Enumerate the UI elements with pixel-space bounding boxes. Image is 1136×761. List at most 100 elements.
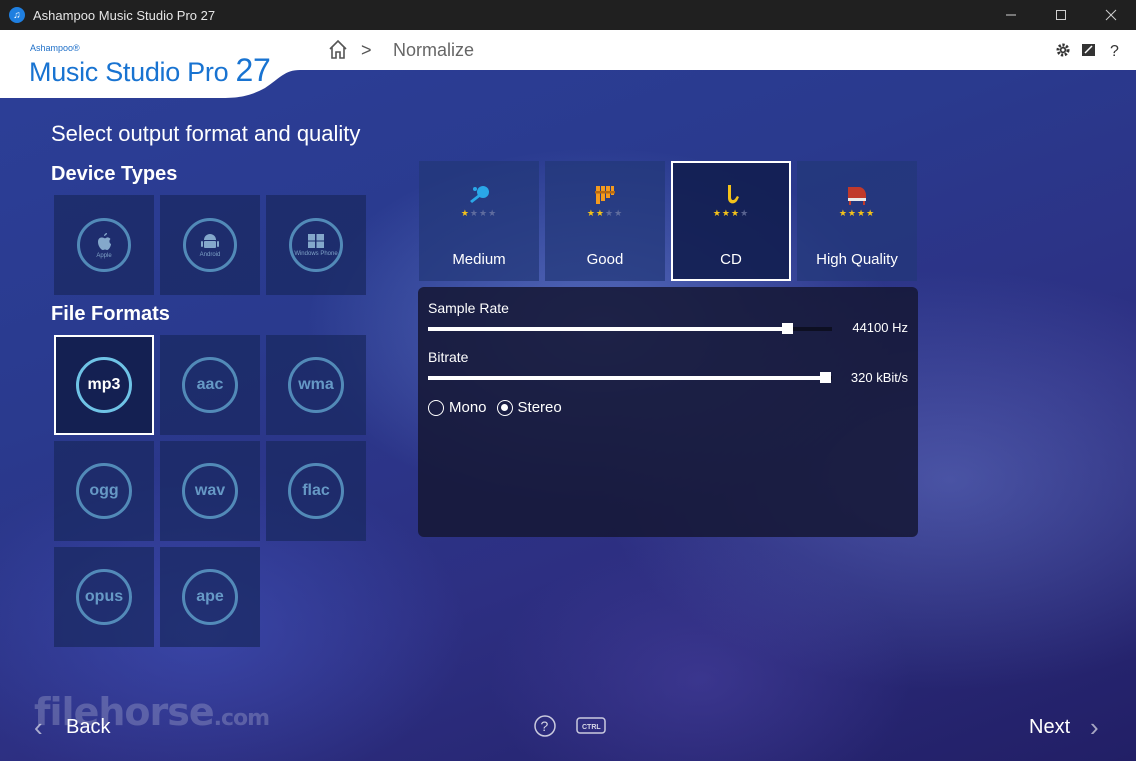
quality-label: High Quality (816, 251, 898, 268)
maximize-icon (1056, 10, 1066, 20)
device-types-title: Device Types (51, 163, 178, 185)
format-tile-aac[interactable]: aac (160, 335, 260, 435)
format-ring: opus (76, 569, 132, 625)
format-label: opus (84, 588, 124, 605)
star-icon: ★ (866, 208, 876, 218)
device-tile-android[interactable]: Android (160, 195, 260, 295)
format-tile-ape[interactable]: ape (160, 547, 260, 647)
format-ring: ape (182, 569, 238, 625)
ctrl-key-icon: CTRL (576, 717, 606, 734)
device-label: Android (199, 251, 221, 258)
star-icon: ★ (469, 208, 479, 218)
format-tile-wav[interactable]: wav (160, 441, 260, 541)
quality-stars: ★★★★ (545, 208, 665, 219)
star-icon: ★ (614, 208, 624, 218)
bitrate-label: Bitrate (428, 349, 469, 365)
ctrl-keyboard-button[interactable]: CTRL (576, 716, 606, 741)
trumpet-icon (470, 186, 489, 203)
format-ring: aac (182, 357, 238, 413)
quality-label: Medium (452, 251, 506, 268)
star-icon: ★ (605, 208, 615, 218)
star-icon: ★ (488, 208, 498, 218)
help-button[interactable]: ? (1106, 41, 1124, 60)
mono-radio[interactable] (428, 399, 444, 416)
format-tile-ogg[interactable]: ogg (54, 441, 154, 541)
brand-name: Music Studio Pro (29, 57, 229, 87)
apple-icon (98, 232, 111, 250)
windows-icon (308, 233, 324, 248)
back-button[interactable]: Back (66, 716, 110, 739)
next-chevron-icon[interactable]: › (1090, 712, 1099, 743)
format-label: mp3 (87, 376, 121, 393)
device-ring: Windows Phone (289, 218, 343, 272)
close-button[interactable] (1086, 0, 1136, 30)
mono-label[interactable]: Mono (449, 399, 487, 416)
star-icon: ★ (731, 208, 741, 218)
slider-thumb[interactable] (820, 372, 831, 383)
bitrate-value: 320 kBit/s (850, 370, 908, 385)
brand-logo: Music Studio Pro 27 (29, 52, 271, 89)
slider-thumb[interactable] (782, 323, 793, 334)
stereo-radio[interactable] (496, 399, 513, 416)
maximize-button[interactable] (1036, 0, 1086, 30)
stereo-label[interactable]: Stereo (518, 399, 562, 416)
title-bar: ♫ Ashampoo Music Studio Pro 27 (0, 0, 1136, 30)
device-ring: Apple (77, 218, 131, 272)
format-ring: ogg (76, 463, 132, 519)
format-tile-mp3[interactable]: mp3 (54, 335, 154, 435)
star-icon: ★ (847, 208, 857, 218)
quality-stars: ★★★★ (671, 208, 791, 219)
minimize-icon (1006, 14, 1016, 16)
device-tile-windows[interactable]: Windows Phone (266, 195, 366, 295)
home-icon (329, 39, 347, 59)
star-icon: ★ (740, 208, 750, 218)
format-tile-wma[interactable]: wma (266, 335, 366, 435)
format-ring: mp3 (76, 357, 132, 413)
format-label: flac (302, 482, 330, 499)
format-ring: wav (182, 463, 238, 519)
format-tile-flac[interactable]: flac (266, 441, 366, 541)
sample-rate-slider[interactable] (428, 323, 832, 334)
watermark-suffix: .com (213, 706, 270, 731)
format-label: ape (196, 588, 224, 605)
sample-rate-value: 44100 Hz (852, 320, 908, 335)
bitrate-slider[interactable] (428, 372, 832, 383)
device-label: Apple (96, 252, 112, 259)
saxophone-icon (728, 185, 739, 204)
quality-label: Good (586, 251, 624, 268)
window-title: Ashampoo Music Studio Pro 27 (33, 7, 216, 23)
device-label: Windows Phone (294, 250, 338, 257)
quality-tile-good[interactable]: ★★★★ Good (545, 161, 665, 281)
minimize-button[interactable] (986, 0, 1036, 30)
edit-button[interactable] (1080, 41, 1098, 59)
star-icon: ★ (721, 208, 731, 218)
breadcrumb-current: Normalize (393, 40, 475, 60)
quality-stars: ★★★★ (419, 208, 539, 219)
android-icon (201, 233, 219, 248)
format-tile-opus[interactable]: opus (54, 547, 154, 647)
page-title: Select output format and quality (51, 121, 361, 146)
star-icon: ★ (479, 208, 489, 218)
breadcrumb-separator: > (361, 40, 372, 60)
brand-version: 27 (235, 52, 271, 88)
device-ring: Android (183, 218, 237, 272)
next-button[interactable]: Next (1029, 716, 1070, 739)
pan-flute-icon (595, 186, 615, 204)
settings-button[interactable] (1054, 41, 1072, 59)
format-label: ogg (89, 482, 119, 499)
back-chevron-icon[interactable]: ‹ (34, 712, 43, 743)
help-circle-icon: ? (534, 715, 556, 737)
quality-tile-high-quality[interactable]: ★★★★ High Quality (797, 161, 917, 281)
svg-text:?: ? (541, 718, 549, 734)
close-icon (1105, 9, 1117, 21)
ctrl-key-label: CTRL (582, 724, 601, 731)
slider-fill (428, 327, 788, 331)
quality-tile-cd[interactable]: ★★★★ CD (671, 161, 791, 281)
footer-help-button[interactable]: ? (533, 714, 557, 743)
device-tile-apple[interactable]: Apple (54, 195, 154, 295)
home-button[interactable] (328, 39, 348, 66)
format-ring: flac (288, 463, 344, 519)
format-label: wav (194, 482, 226, 499)
quality-tile-medium[interactable]: ★★★★ Medium (419, 161, 539, 281)
sample-rate-label: Sample Rate (428, 300, 509, 316)
